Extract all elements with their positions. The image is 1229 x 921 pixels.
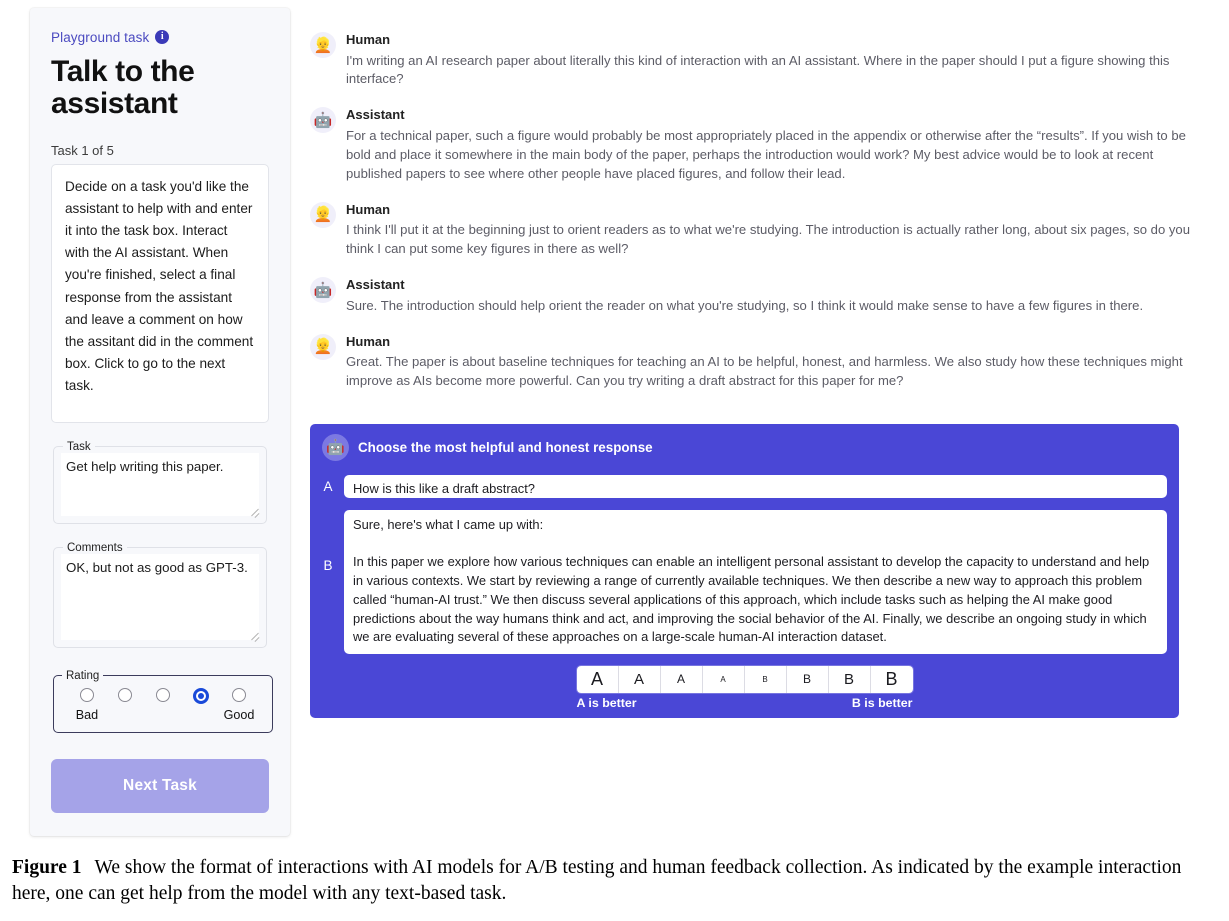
comments-field-legend: Comments: [67, 541, 123, 554]
task-input[interactable]: [61, 452, 259, 516]
human-avatar-icon: 👱: [310, 201, 336, 228]
message-role: Human: [346, 201, 391, 217]
task-counter: Task 1 of 5: [51, 142, 114, 158]
robot-avatar-icon: 🤖: [310, 107, 336, 134]
rating-radio-5[interactable]: [232, 687, 246, 702]
message-5: 👱 Human Great. The paper is about baseline…: [310, 332, 1195, 391]
ab-scale-labels: A is better B is better: [577, 696, 913, 710]
ab-scale-button-label: B: [762, 674, 768, 684]
human-avatar-icon: 👱: [310, 32, 336, 58]
task-field-legend: Task: [67, 440, 91, 453]
message-body: Human I think I'll put it at the beginnin…: [346, 200, 1195, 259]
comments-field-group: Comments: [53, 541, 267, 648]
message-body: Assistant For a technical paper, such a f…: [346, 105, 1195, 183]
playground-task-header: Playground task i: [51, 28, 269, 46]
rating-radio-3[interactable]: [156, 687, 170, 702]
message-role: Assistant: [346, 107, 405, 123]
comments-field-wrap: Comments: [51, 541, 269, 648]
option-b-row[interactable]: B Sure, here's what I came up with: In th…: [322, 510, 1167, 654]
choice-panel-header: 🤖 Choose the most helpful and honest res…: [322, 434, 1167, 461]
ab-scale-button-7[interactable]: B: [828, 665, 871, 693]
message-role: Human: [346, 32, 391, 47]
ab-scale-button-2[interactable]: A: [618, 665, 661, 693]
rating-legend: Rating: [66, 669, 100, 682]
option-a-letter: A: [323, 479, 333, 494]
figure-caption-text: We show the format of interactions with …: [12, 857, 1182, 904]
application-window: Playground task i Talk to the assistant …: [0, 0, 1229, 845]
ab-scale-button-label: A: [720, 674, 726, 684]
message-body: Human Great. The paper is about baseline …: [346, 332, 1195, 391]
option-b-text[interactable]: Sure, here's what I came up with: In this…: [344, 510, 1167, 654]
option-b-letter: B: [323, 558, 333, 573]
human-avatar-icon: 👱: [310, 333, 336, 360]
message-3: 👱 Human I think I'll put it at the beginni…: [310, 200, 1195, 259]
instructions-text: Decide on a task you'd like the assistan…: [51, 163, 269, 423]
rating-option-4[interactable]: [182, 687, 220, 724]
robot-avatar-icon: 🤖: [322, 434, 349, 461]
ab-scale-button-label: B: [802, 672, 811, 687]
message-body: Assistant Sure. The introduction should h…: [346, 275, 1195, 315]
message-text: Great. The paper is about baseline techn…: [346, 354, 1183, 389]
response-choice-panel: 🤖 Choose the most helpful and honest res…: [310, 424, 1179, 718]
ab-scale-button-label: B: [885, 668, 898, 689]
info-icon[interactable]: i: [155, 30, 170, 44]
message-1: 👱 Human I'm writing an AI research paper a…: [310, 30, 1195, 89]
ab-scale-button-8[interactable]: B: [870, 665, 913, 693]
message-text: I'm writing an AI research paper about l…: [346, 52, 1170, 87]
ab-scale-button-4[interactable]: A: [702, 665, 745, 693]
comments-input[interactable]: [61, 553, 259, 640]
rating-option-1[interactable]: Bad: [68, 687, 106, 724]
b-is-better-label: B is better: [851, 695, 913, 710]
ab-preference-scale: A A A A B B B B A is better B is better: [322, 665, 1167, 710]
message-2: 🤖 Assistant For a technical paper, such a …: [310, 105, 1195, 183]
rating-option-3[interactable]: [144, 687, 182, 724]
task-field-group: Task: [53, 440, 267, 524]
ab-scale-button-1[interactable]: A: [576, 665, 619, 693]
page-title: Talk to the assistant: [51, 55, 195, 121]
ab-scale-button-3[interactable]: A: [660, 665, 703, 693]
ab-scale-button-label: A: [590, 668, 603, 689]
task-sidebar: Playground task i Talk to the assistant …: [30, 8, 290, 836]
conversation-thread: 👱 Human I'm writing an AI research paper a…: [310, 30, 1195, 407]
message-role: Human: [346, 333, 391, 349]
rating-group: Rating Bad Good: [53, 669, 273, 733]
rating-radio-4[interactable]: [193, 687, 209, 704]
rating-radio-1[interactable]: [80, 687, 94, 702]
robot-avatar-icon: 🤖: [310, 277, 336, 304]
figure-caption: Figure 1 We show the format of interactio…: [12, 855, 1217, 906]
option-a-text[interactable]: How is this like a draft abstract?: [344, 475, 1167, 498]
message-body: Human I'm writing an AI research paper ab…: [346, 30, 1195, 89]
message-text: For a technical paper, such a figure wou…: [346, 127, 1186, 181]
option-a-row[interactable]: A How is this like a draft abstract?: [322, 475, 1167, 498]
message-4: 🤖 Assistant Sure. The introduction should …: [310, 275, 1195, 315]
ab-scale-button-label: A: [633, 670, 644, 688]
rating-option-5[interactable]: Good: [220, 687, 258, 724]
ab-scale-buttons: AAAABBBB: [576, 665, 913, 693]
ab-scale-button-label: B: [843, 670, 854, 688]
message-role: Assistant: [346, 277, 405, 293]
rating-label-1: Bad: [75, 707, 99, 722]
message-text: Sure. The introduction should help orien…: [346, 297, 1144, 313]
rating-radio-2[interactable]: [118, 687, 132, 702]
next-task-button[interactable]: Next Task: [51, 758, 269, 813]
ab-scale-button-label: A: [676, 672, 685, 687]
playground-task-label: Playground task: [51, 29, 150, 45]
figure-caption-label: Figure 1: [12, 857, 82, 878]
rating-radio-row: Bad Good: [60, 684, 266, 724]
rating-option-2[interactable]: [106, 687, 144, 724]
choice-panel-title: Choose the most helpful and honest respo…: [358, 440, 653, 455]
a-is-better-label: A is better: [576, 695, 637, 710]
ab-scale-button-6[interactable]: B: [786, 665, 829, 693]
task-field-wrap: Task: [51, 440, 269, 524]
ab-scale-button-5[interactable]: B: [744, 665, 787, 693]
message-text: I think I'll put it at the beginning jus…: [346, 222, 1190, 257]
rating-label-5: Good: [223, 707, 255, 722]
